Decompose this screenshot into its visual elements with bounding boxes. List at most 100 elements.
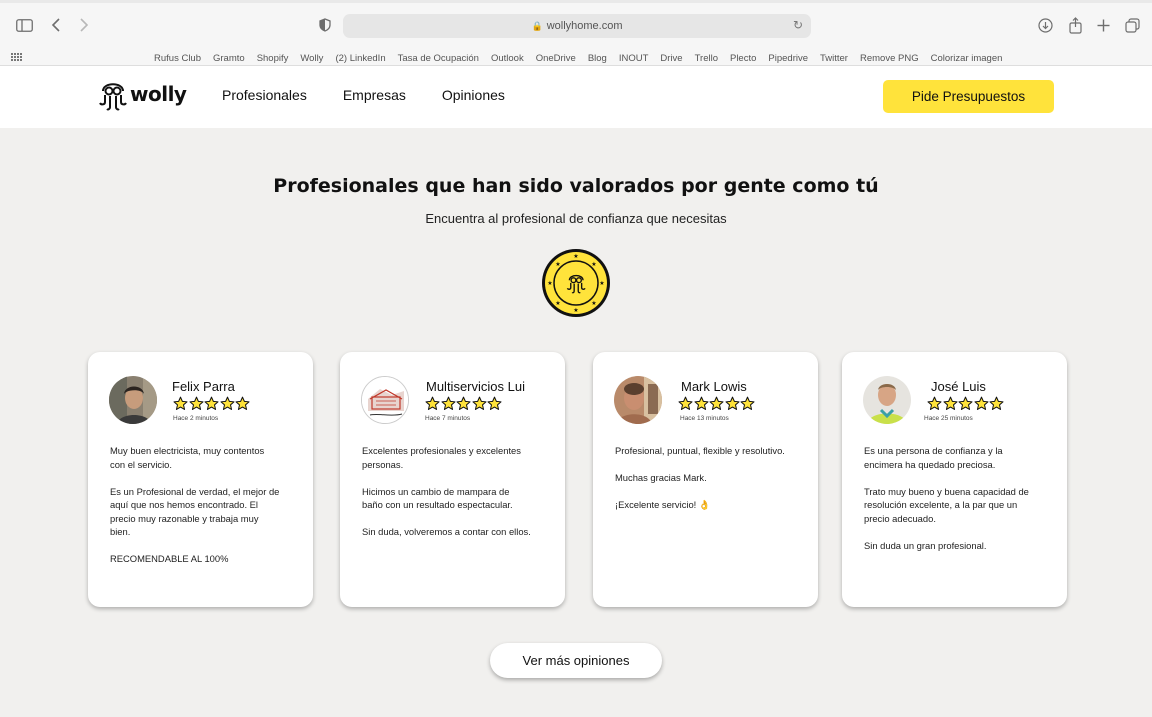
octopus-logo-icon <box>99 83 127 111</box>
review-text: Muy buen electricista, muy contentos con… <box>110 444 280 579</box>
star-icon <box>927 396 942 410</box>
forward-icon[interactable] <box>76 8 92 42</box>
star-icon <box>189 396 203 410</box>
reload-icon[interactable]: ↻ <box>793 18 803 32</box>
star-icon <box>958 396 973 410</box>
avatar <box>863 376 911 424</box>
bookmark-item[interactable]: Wolly <box>300 53 323 64</box>
star-icon <box>425 396 440 410</box>
star-icon <box>678 396 693 410</box>
bookmark-item[interactable]: Trello <box>695 53 718 64</box>
address-bar[interactable]: 🔒 wollyhome.com ↻ <box>343 14 811 38</box>
wolly-seal-badge: ★ ★ ★ ★ ★ ★ ★ ★ <box>542 249 610 317</box>
svg-text:★: ★ <box>591 261 596 268</box>
star-icon <box>725 396 739 410</box>
review-card: José Luis Hace 25 minutos Es una persona… <box>842 352 1067 607</box>
bookmark-item[interactable]: Plecto <box>730 53 756 64</box>
reviewer-name: Multiservicios Lui <box>426 379 525 394</box>
svg-text:★: ★ <box>599 280 604 287</box>
bookmark-item[interactable]: Twitter <box>820 53 848 64</box>
bookmark-item[interactable]: Outlook <box>491 53 524 64</box>
bookmark-item[interactable]: OneDrive <box>536 53 576 64</box>
star-icon <box>487 396 502 410</box>
bookmark-item[interactable]: Tasa de Ocupación <box>398 53 479 64</box>
sidebar-toggle-icon[interactable] <box>14 8 34 42</box>
star-icon <box>204 396 219 410</box>
review-text: Es una persona de confianza y la encimer… <box>864 444 1034 566</box>
section-title: Profesionales que han sido valorados por… <box>273 175 879 197</box>
star-icon <box>740 396 755 410</box>
apps-grid-icon[interactable] <box>11 53 22 64</box>
review-paragraph: Profesional, puntual, flexible y resolut… <box>615 445 785 456</box>
share-icon[interactable] <box>1066 8 1084 42</box>
bookmark-item[interactable]: Blog <box>588 53 607 64</box>
review-paragraph: Muy buen electricista, muy contentos con… <box>110 445 265 470</box>
star-rating <box>173 396 251 411</box>
review-paragraph: Trato muy bueno y buena capacidad de res… <box>864 485 1029 524</box>
review-paragraph: Es un Profesional de verdad, el mejor de… <box>110 485 280 538</box>
star-icon <box>709 396 724 410</box>
bookmarks-bar: Rufus Club Gramto Shopify Wolly (2) LinkedIn… <box>0 50 1152 66</box>
review-paragraph: Sin duda, volveremos a contar con ellos. <box>362 526 531 537</box>
svg-text:★: ★ <box>573 307 578 314</box>
url-text: wollyhome.com <box>546 20 623 32</box>
reviewer-name: Felix Parra <box>172 379 235 394</box>
reviewer-name: José Luis <box>931 379 986 394</box>
bookmark-item[interactable]: Shopify <box>257 53 289 64</box>
review-paragraph: ¡Excelente servicio! 👌 <box>615 499 711 510</box>
ver-mas-opiniones-button[interactable]: Ver más opiniones <box>490 643 662 678</box>
bookmark-item[interactable]: Pipedrive <box>768 53 808 64</box>
star-rating <box>425 396 503 411</box>
tab-overview-icon[interactable] <box>1123 8 1141 42</box>
star-rating <box>678 396 756 411</box>
svg-text:★: ★ <box>547 280 552 287</box>
back-icon[interactable] <box>48 8 64 42</box>
review-time: Hace 2 minutos <box>173 415 219 422</box>
section-subtitle: Encuentra al profesional de confianza qu… <box>425 211 727 226</box>
privacy-shield-icon[interactable] <box>316 8 334 42</box>
avatar <box>361 376 409 424</box>
star-icon <box>456 396 471 410</box>
svg-text:★: ★ <box>591 300 596 307</box>
svg-text:★: ★ <box>555 261 560 268</box>
bookmark-item[interactable]: Drive <box>660 53 682 64</box>
bookmark-item[interactable]: INOUT <box>619 53 649 64</box>
pide-presupuestos-button[interactable]: Pide Presupuestos <box>883 80 1054 113</box>
review-time: Hace 13 minutos <box>680 415 729 422</box>
bookmark-item[interactable]: Colorizar imagen <box>931 53 1003 64</box>
review-card: Felix Parra Hace 2 minutos Muy buen elec… <box>88 352 313 607</box>
svg-text:★: ★ <box>573 253 578 260</box>
bookmark-list: Rufus Club Gramto Shopify Wolly (2) LinkedIn… <box>154 53 1014 64</box>
bookmark-item[interactable]: (2) LinkedIn <box>335 53 385 64</box>
star-icon <box>974 396 988 410</box>
review-time: Hace 7 minutos <box>425 415 471 422</box>
review-text: Excelentes profesionales y excelentes pe… <box>362 444 532 552</box>
nav-profesionales[interactable]: Profesionales <box>222 87 307 103</box>
main-nav: Profesionales Empresas Opiniones <box>222 87 505 103</box>
avatar <box>614 376 662 424</box>
new-tab-icon[interactable] <box>1094 8 1112 42</box>
bookmark-item[interactable]: Gramto <box>213 53 245 64</box>
nav-opiniones[interactable]: Opiniones <box>442 87 505 103</box>
review-time: Hace 25 minutos <box>924 415 973 422</box>
reviewer-name: Mark Lowis <box>681 379 747 394</box>
star-icon <box>173 396 188 410</box>
star-icon <box>220 396 234 410</box>
wolly-logo[interactable]: wolly <box>98 76 187 112</box>
nav-empresas[interactable]: Empresas <box>343 87 406 103</box>
bookmark-item[interactable]: Rufus Club <box>154 53 201 64</box>
review-paragraph: Hicimos un cambio de mampara de baño con… <box>362 485 513 511</box>
svg-text:★: ★ <box>555 300 560 307</box>
review-paragraph: RECOMENDABLE AL 100% <box>110 553 229 564</box>
bookmark-item[interactable]: Remove PNG <box>860 53 919 64</box>
downloads-icon[interactable] <box>1036 8 1054 42</box>
star-icon <box>235 396 250 410</box>
star-icon <box>472 396 486 410</box>
review-paragraph: Muchas gracias Mark. <box>615 472 707 483</box>
lock-icon: 🔒 <box>531 20 543 31</box>
star-icon <box>989 396 1004 410</box>
review-card: Mark Lowis Hace 13 minutos Profesional, … <box>593 352 818 607</box>
browser-chrome: 🔒 wollyhome.com ↻ Rufus Club Gramto Shopif… <box>0 0 1152 66</box>
star-icon <box>441 396 455 410</box>
logo-text: wolly <box>130 82 187 106</box>
